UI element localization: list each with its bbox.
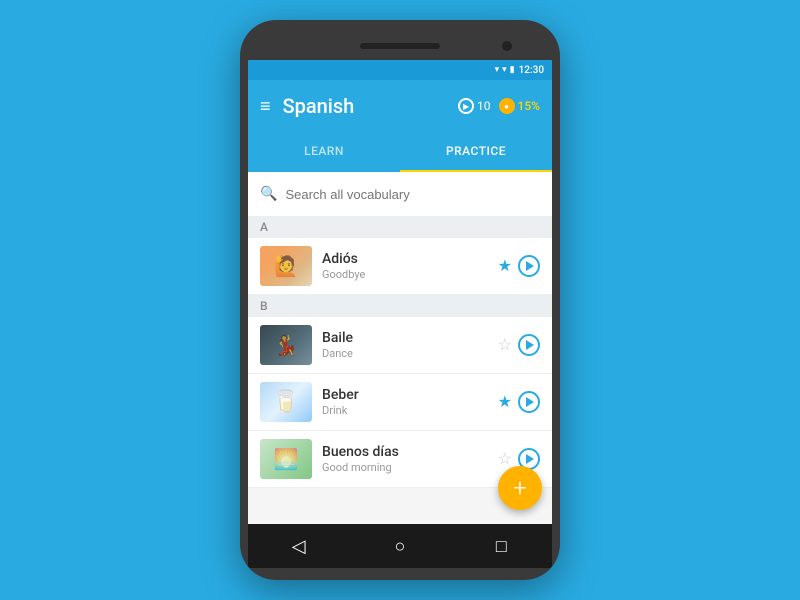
vocab-actions-baile: ☆ [498,334,540,356]
section-header-a: A [248,216,552,238]
play-icon [526,454,534,464]
vocab-info-beber: Beber Drink [322,387,488,417]
vocab-word: Baile [322,330,488,346]
status-bar: ▾ ▾ ▮ 12:30 [248,60,552,80]
hamburger-icon[interactable]: ≡ [260,96,271,117]
score-icon: ▶ [458,98,474,114]
list-item[interactable]: 🙋 Adiós Goodbye ★ [248,238,552,295]
status-time: 12:30 [519,65,544,76]
vocab-translation: Good morning [322,461,488,474]
home-button[interactable]: ○ [380,526,420,566]
vocab-info-baile: Baile Dance [322,330,488,360]
play-button[interactable] [518,391,540,413]
star-button[interactable]: ☆ [498,335,512,355]
play-button[interactable] [518,255,540,277]
coins-badge: ● 15% [499,98,540,114]
score-badge: ▶ 10 [458,98,491,114]
play-button[interactable] [518,334,540,356]
back-icon: ◁ [292,536,306,557]
vocab-word: Beber [322,387,488,403]
star-button[interactable]: ☆ [498,449,512,469]
battery-icon: ▮ [510,65,515,75]
back-button[interactable]: ◁ [279,526,319,566]
vocab-translation: Drink [322,404,488,417]
coin-icon: ● [499,98,515,114]
play-icon [526,340,534,350]
search-icon: 🔍 [260,186,277,202]
vocab-thumb-adios: 🙋 [260,246,312,286]
list-item[interactable]: 💃 Baile Dance ☆ [248,317,552,374]
vocab-thumb-buenos: 🌅 [260,439,312,479]
recents-button[interactable]: □ [481,526,521,566]
play-icon [526,397,534,407]
vocab-translation: Dance [322,347,488,360]
app-bar: ≡ Spanish ▶ 10 ● 15% [248,80,552,132]
app-title: Spanish [283,94,459,118]
recents-icon: □ [496,536,507,557]
play-icon [526,261,534,271]
tab-learn[interactable]: LEARN [248,132,400,172]
vocab-word: Buenos días [322,444,488,460]
phone-camera [502,41,512,51]
screen: ▾ ▾ ▮ 12:30 ≡ Spanish ▶ 10 ● 15% [248,60,552,568]
fab-plus-icon: + [513,476,527,500]
vocab-translation: Goodbye [322,268,488,281]
vocab-word: Adiós [322,251,488,267]
fab-add-button[interactable]: + [498,466,542,510]
app-bar-right: ▶ 10 ● 15% [458,98,540,114]
status-icons: ▾ ▾ ▮ [495,65,515,75]
star-button[interactable]: ★ [498,256,512,276]
vocab-thumb-beber: 🥛 [260,382,312,422]
phone-top-bar [248,32,552,60]
vocab-info-buenos: Buenos días Good morning [322,444,488,474]
vocab-actions-adios: ★ [498,255,540,277]
score-count: 10 [477,99,491,113]
tabs: LEARN PRACTICE [248,132,552,172]
signal-icon: ▾ [502,65,507,75]
section-header-b: B [248,295,552,317]
search-bar[interactable]: 🔍 [248,172,552,216]
bottom-nav: ◁ ○ □ [248,524,552,568]
star-button[interactable]: ★ [498,392,512,412]
phone-speaker [360,43,440,49]
vocab-info-adios: Adiós Goodbye [322,251,488,281]
search-input[interactable] [285,187,540,202]
coins-percent: 15% [518,99,540,113]
tab-practice[interactable]: PRACTICE [400,132,552,172]
phone-shell: ▾ ▾ ▮ 12:30 ≡ Spanish ▶ 10 ● 15% [240,20,560,580]
home-icon: ○ [395,536,406,557]
wifi-icon: ▾ [495,65,500,75]
list-item[interactable]: 🥛 Beber Drink ★ [248,374,552,431]
vocab-thumb-baile: 💃 [260,325,312,365]
vocab-actions-beber: ★ [498,391,540,413]
